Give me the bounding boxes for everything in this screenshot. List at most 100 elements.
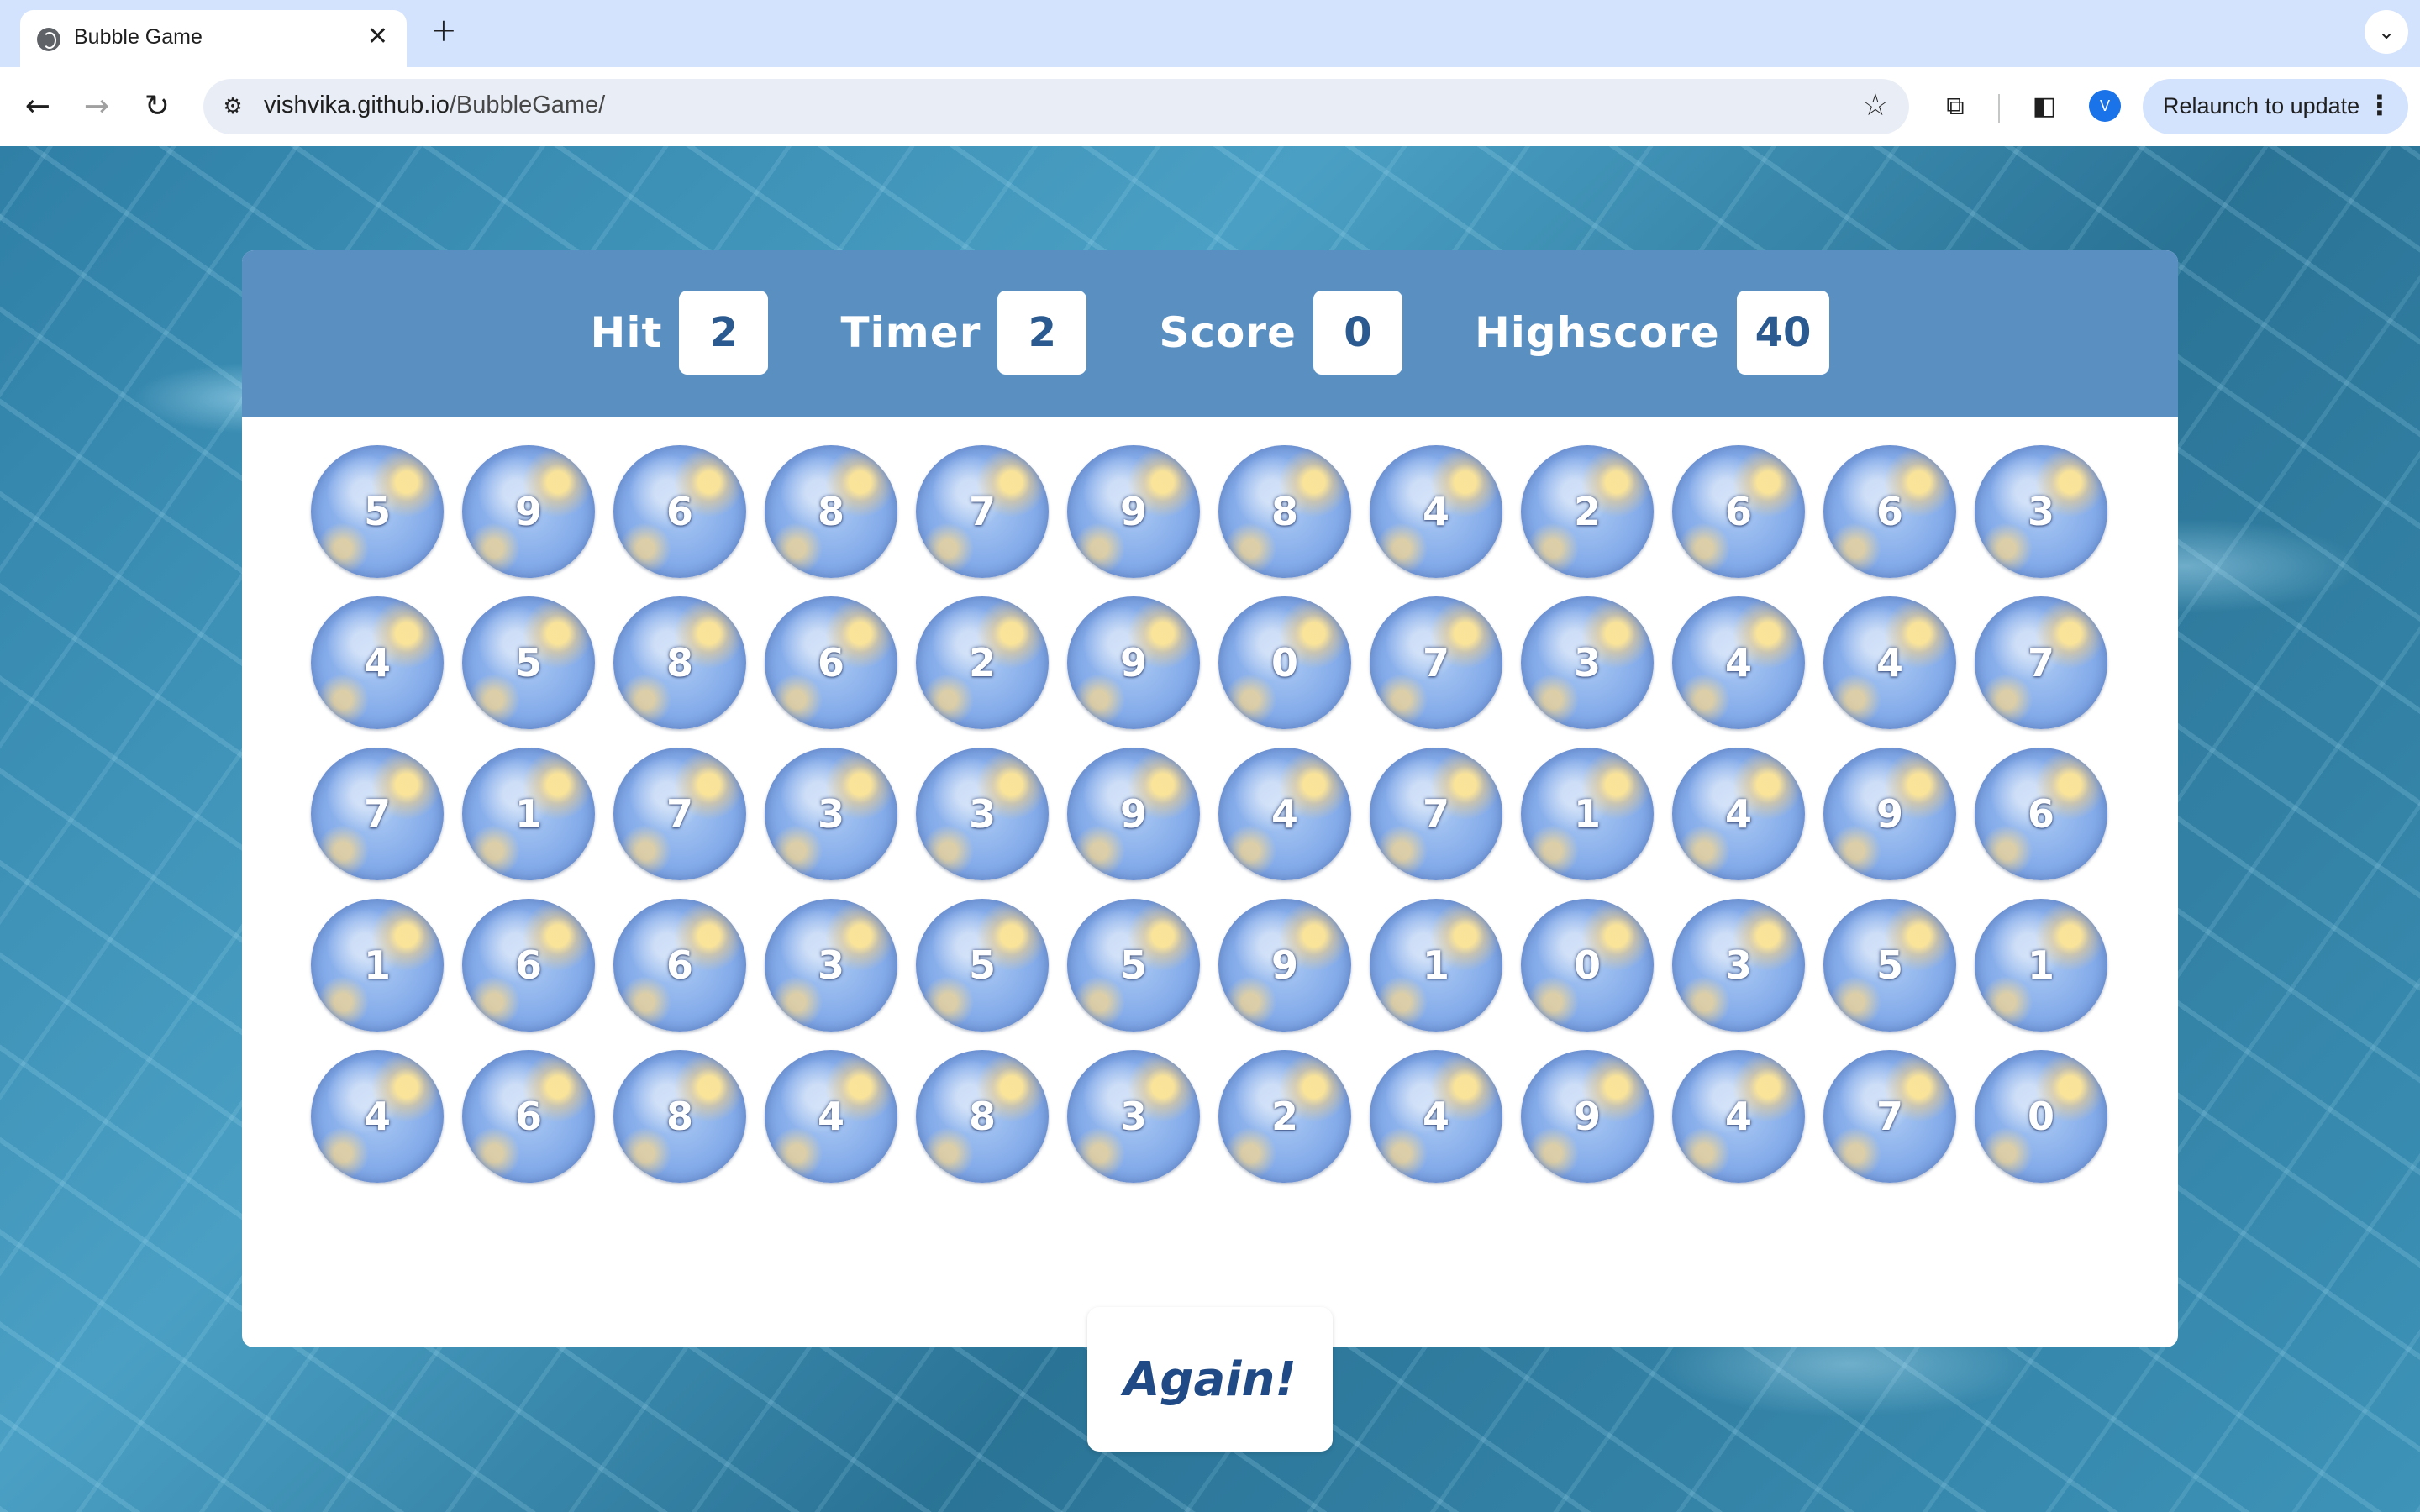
bubble[interactable]: 4	[1672, 596, 1805, 729]
bubble[interactable]: 9	[1823, 748, 1956, 880]
bubble[interactable]: 5	[1823, 899, 1956, 1032]
bubble[interactable]: 4	[1823, 596, 1956, 729]
bubble-number: 3	[1119, 1094, 1147, 1139]
bubble[interactable]: 9	[462, 445, 595, 578]
bubble[interactable]: 9	[1067, 748, 1200, 880]
tab-bar: Bubble Game ✕ + ⌄	[0, 0, 2420, 67]
relaunch-label: Relaunch to update	[2163, 93, 2360, 118]
bubble[interactable]: 9	[1067, 445, 1200, 578]
bubble[interactable]: 6	[1823, 445, 1956, 578]
bubble[interactable]: 4	[765, 1050, 897, 1183]
bubble-number: 5	[1119, 942, 1147, 988]
bubble[interactable]: 6	[765, 596, 897, 729]
stat-timer: Timer 2	[840, 291, 1087, 375]
game-panel: Hit 2 Timer 2 Score 0 Highscore 40 596879842663…	[242, 250, 2178, 1347]
address-bar[interactable]: ⚙ vishvika.github.io/BubbleGame/ ☆	[203, 79, 1909, 134]
more-vert-icon[interactable]: ⋮	[2366, 89, 2393, 121]
bubble[interactable]: 9	[1521, 1050, 1654, 1183]
bubble-number: 6	[666, 942, 693, 988]
avatar[interactable]: V	[2089, 90, 2121, 122]
bubble[interactable]: 3	[1521, 596, 1654, 729]
bubble-number: 4	[363, 640, 391, 685]
bubble[interactable]: 1	[1370, 899, 1502, 1032]
bubble[interactable]: 4	[1218, 748, 1351, 880]
bubble[interactable]: 1	[1975, 899, 2107, 1032]
stat-highscore: Highscore 40	[1475, 291, 1830, 375]
bubble-number: 9	[1119, 489, 1147, 534]
bubble-number: 4	[363, 1094, 391, 1139]
relaunch-button[interactable]: Relaunch to update ⋮	[2143, 79, 2408, 134]
stat-value: 2	[679, 291, 769, 375]
bubble[interactable]: 6	[1975, 748, 2107, 880]
site-info-icon[interactable]: ⚙	[218, 92, 247, 121]
bubble[interactable]: 4	[311, 596, 444, 729]
bubble[interactable]: 8	[1218, 445, 1351, 578]
chevron-down-icon[interactable]: ⌄	[2365, 10, 2408, 54]
bubble[interactable]: 8	[613, 596, 746, 729]
bubble[interactable]: 2	[1218, 1050, 1351, 1183]
bubble[interactable]: 7	[613, 748, 746, 880]
close-icon[interactable]: ✕	[367, 22, 388, 51]
star-icon[interactable]: ☆	[1862, 88, 1889, 123]
bubble[interactable]: 4	[1370, 445, 1502, 578]
bubble-number: 7	[968, 489, 996, 534]
url-text[interactable]: vishvika.github.io/BubbleGame/	[264, 92, 605, 119]
bubble[interactable]: 5	[916, 899, 1049, 1032]
bubble[interactable]: 4	[1672, 1050, 1805, 1183]
bubble[interactable]: 4	[1370, 1050, 1502, 1183]
bubble[interactable]: 2	[916, 596, 1049, 729]
bubble[interactable]: 6	[613, 899, 746, 1032]
bubble[interactable]: 6	[1672, 445, 1805, 578]
bubble[interactable]: 3	[1067, 1050, 1200, 1183]
bubble[interactable]: 0	[1218, 596, 1351, 729]
reload-icon[interactable]: ↻	[136, 86, 178, 128]
plus-icon[interactable]: +	[430, 12, 457, 49]
bubble[interactable]: 4	[311, 1050, 444, 1183]
bubble-number: 1	[363, 942, 391, 988]
back-icon[interactable]: ←	[17, 86, 59, 128]
bubble[interactable]: 6	[462, 899, 595, 1032]
bubble-number: 1	[1422, 942, 1449, 988]
bubble[interactable]: 3	[765, 899, 897, 1032]
bubble[interactable]: 8	[613, 1050, 746, 1183]
bubble-number: 9	[1119, 791, 1147, 837]
bubble[interactable]: 6	[613, 445, 746, 578]
bubble[interactable]: 9	[1218, 899, 1351, 1032]
bubble[interactable]: 7	[311, 748, 444, 880]
bubble[interactable]: 7	[1370, 748, 1502, 880]
bubble[interactable]: 3	[1672, 899, 1805, 1032]
bubble[interactable]: 5	[462, 596, 595, 729]
score-header: Hit 2 Timer 2 Score 0 Highscore 40	[242, 250, 2178, 417]
bubble[interactable]: 4	[1672, 748, 1805, 880]
bubble[interactable]: 7	[1975, 596, 2107, 729]
bubble[interactable]: 3	[765, 748, 897, 880]
side-panel-icon[interactable]: ◧	[2027, 89, 2062, 124]
bubble[interactable]: 7	[1370, 596, 1502, 729]
bubble[interactable]: 0	[1521, 899, 1654, 1032]
globe-icon	[37, 28, 60, 51]
bubble[interactable]: 8	[765, 445, 897, 578]
again-button[interactable]: Again!	[1087, 1307, 1333, 1452]
tab-bubble-game[interactable]: Bubble Game ✕	[20, 10, 407, 67]
bubble[interactable]: 3	[916, 748, 1049, 880]
bubble[interactable]: 0	[1975, 1050, 2107, 1183]
bubble[interactable]: 5	[1067, 899, 1200, 1032]
forward-icon[interactable]: →	[76, 86, 118, 128]
bubble[interactable]: 7	[916, 445, 1049, 578]
stat-score: Score 0	[1159, 291, 1402, 375]
bubble[interactable]: 3	[1975, 445, 2107, 578]
bubble[interactable]: 6	[462, 1050, 595, 1183]
bubble[interactable]: 9	[1067, 596, 1200, 729]
bubble[interactable]: 1	[1521, 748, 1654, 880]
bubble-number: 7	[363, 791, 391, 837]
bubble[interactable]: 1	[311, 899, 444, 1032]
water-background: Hit 2 Timer 2 Score 0 Highscore 40 596879842663…	[0, 146, 2420, 1512]
bubble[interactable]: 5	[311, 445, 444, 578]
bubble-number: 2	[1573, 489, 1601, 534]
bubble[interactable]: 1	[462, 748, 595, 880]
stat-label: Highscore	[1474, 308, 1720, 357]
bubble[interactable]: 8	[916, 1050, 1049, 1183]
bubble[interactable]: 2	[1521, 445, 1654, 578]
bubble[interactable]: 7	[1823, 1050, 1956, 1183]
extensions-icon[interactable]: ⧉	[1938, 89, 1973, 124]
